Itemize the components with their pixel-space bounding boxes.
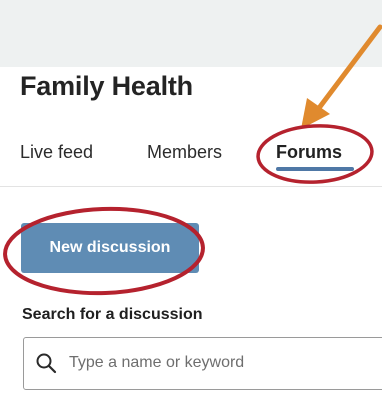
active-tab-indicator: [276, 167, 354, 171]
tabs-divider: [0, 186, 382, 187]
page-title: Family Health: [20, 71, 193, 101]
tab-forums[interactable]: Forums: [276, 142, 342, 163]
tab-members[interactable]: Members: [147, 142, 222, 163]
search-icon: [36, 353, 57, 374]
search-label: Search for a discussion: [22, 306, 203, 323]
search-input[interactable]: [69, 349, 369, 377]
new-discussion-button[interactable]: New discussion: [21, 223, 199, 273]
search-field[interactable]: [23, 337, 382, 390]
tab-live-feed[interactable]: Live feed: [20, 142, 93, 163]
